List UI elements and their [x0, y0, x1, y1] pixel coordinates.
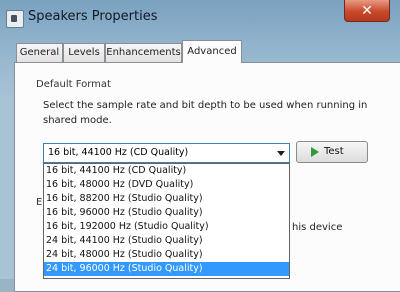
dropdown-option[interactable]: 16 bit, 44100 Hz (CD Quality): [44, 164, 289, 178]
window-title: Speakers Properties: [28, 9, 158, 24]
close-icon: ✕: [361, 2, 373, 19]
play-icon: [311, 147, 319, 157]
dropdown-option[interactable]: 16 bit, 96000 Hz (Studio Quality): [44, 206, 289, 220]
dropdown-option-selected[interactable]: 24 bit, 96000 Hz (Studio Quality): [44, 262, 289, 276]
tab-levels[interactable]: Levels: [63, 43, 105, 62]
close-button[interactable]: ✕: [344, 0, 390, 22]
test-button[interactable]: Test: [296, 141, 368, 163]
dropdown-option[interactable]: 24 bit, 48000 Hz (Studio Quality): [44, 248, 289, 262]
speaker-app-icon: [6, 10, 24, 28]
default-format-description: Select the sample rate and bit depth to …: [43, 100, 368, 126]
sample-rate-select[interactable]: 16 bit, 44100 Hz (CD Quality): [43, 143, 290, 163]
tab-enhancements[interactable]: Enhancements: [105, 43, 182, 62]
exclusive-mode-label-partial: E: [36, 197, 43, 208]
tab-advanced[interactable]: Advanced: [182, 40, 242, 63]
dropdown-option[interactable]: 24 bit, 44100 Hz (Studio Quality): [44, 234, 289, 248]
test-button-label: Test: [324, 146, 344, 157]
dropdown-option[interactable]: 16 bit, 192000 Hz (Studio Quality): [44, 220, 289, 234]
sample-rate-selected-value: 16 bit, 44100 Hz (CD Quality): [48, 147, 189, 158]
sample-rate-dropdown-list: 16 bit, 44100 Hz (CD Quality) 16 bit, 48…: [43, 163, 290, 279]
dropdown-option[interactable]: 16 bit, 48000 Hz (DVD Quality): [44, 178, 289, 192]
exclusive-mode-option-partial: his device: [292, 222, 343, 233]
speakers-properties-window: Speakers Properties ✕ General Levels Enh…: [0, 0, 400, 292]
dropdown-option[interactable]: 16 bit, 88200 Hz (Studio Quality): [44, 192, 289, 206]
title-bar[interactable]: Speakers Properties ✕: [0, 0, 400, 38]
default-format-label: Default Format: [36, 79, 111, 90]
tab-general[interactable]: General: [16, 43, 63, 62]
chevron-down-icon[interactable]: [277, 151, 285, 156]
